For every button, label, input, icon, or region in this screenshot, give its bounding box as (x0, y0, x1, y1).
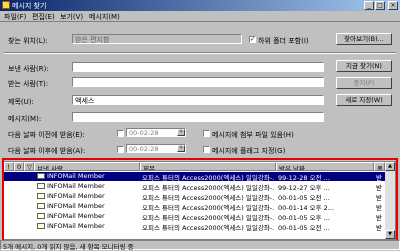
row-folder: 받 (376, 174, 382, 182)
location-field: 받은 편지함 (72, 34, 242, 44)
col-from[interactable]: 보낸 사람 (34, 162, 140, 171)
table-row[interactable]: INFOMail Member 오피스 튜터의 Access2000(엑세스) … (4, 202, 385, 212)
row-date: 00-01-05 오전 ... (278, 224, 330, 232)
from-label: 보낸 사람(R): (8, 65, 49, 73)
row-folder: 받 (376, 214, 382, 222)
row-date: 99-12-28 오전 ... (278, 174, 330, 182)
envelope-icon (37, 203, 45, 209)
scroll-down-arrow-icon[interactable]: ▼ (385, 230, 395, 239)
row-folder: 받 (376, 184, 382, 192)
include-subfolders-label: 하위 폴더 포함(I) (258, 37, 309, 45)
col-subject[interactable]: 제목 (140, 162, 276, 171)
find-now-button[interactable]: 지금 찾기(N) (336, 60, 392, 72)
flagged-checkbox[interactable] (203, 146, 210, 153)
row-from: INFOMail Member (47, 202, 105, 210)
find-now-label: 지금 찾기(N) (346, 62, 382, 70)
envelope-icon (37, 193, 45, 199)
stop-button[interactable]: 중지(P) (336, 77, 392, 89)
col-attachment[interactable]: 0 (14, 162, 24, 171)
chevron-down-icon[interactable]: ▼ (177, 129, 185, 136)
subject-label: 제목(U): (8, 98, 34, 106)
row-folder: 받 (376, 224, 382, 232)
has-attachment-checkbox[interactable] (203, 130, 210, 137)
row-from: INFOMail Member (47, 222, 105, 230)
flagged-label: 메시지에 플래그 지정(G) (212, 147, 286, 155)
menu-divider (0, 21, 400, 22)
include-subfolders-checkbox[interactable]: ✓ (249, 36, 256, 43)
to-label: 받는 사람(T): (8, 80, 49, 88)
section-divider-highlight (4, 53, 396, 54)
received-after-label: 다음 날짜 이후에 받음(A): (8, 147, 86, 155)
received-before-value: 00-02-28 (129, 129, 159, 137)
menu-bar: 파일(F) 편집(E) 보기(V) 메시지(M) (0, 11, 400, 21)
row-from: INFOMail Member (47, 182, 105, 190)
to-field[interactable] (72, 77, 324, 87)
row-subject: 오피스 튜터의 Access2000(엑세스) 일일강좌-... (142, 194, 274, 202)
envelope-icon (37, 223, 45, 229)
scroll-up-arrow-icon[interactable]: ▲ (385, 162, 395, 171)
received-before-label: 다음 날짜 이전에 받음(E): (8, 131, 85, 139)
received-before-checkbox[interactable] (117, 130, 124, 137)
received-before-date[interactable]: 00-02-28 ▼ (126, 128, 186, 137)
received-after-checkbox[interactable] (117, 146, 124, 153)
location-value: 받은 편지함 (75, 36, 110, 44)
table-row[interactable]: INFOMail Member 오피스 튜터의 Access2000(엑세스) … (4, 192, 385, 202)
row-subject: 오피스 튜터의 Access2000(엑세스) 일일강좌-... (142, 184, 274, 192)
table-row[interactable]: INFOMail Member 오피스 튜터의 Access2000(엑세스) … (4, 182, 385, 192)
row-from: INFOMail Member (47, 172, 105, 180)
row-folder: 받 (376, 204, 382, 212)
envelope-icon (37, 173, 45, 179)
row-date: 00-01-05 오후 ... (278, 214, 330, 222)
close-button[interactable]: × (388, 1, 398, 10)
row-from: INFOMail Member (47, 192, 105, 200)
title-bar[interactable] (0, 0, 400, 11)
find-message-app-icon (2, 1, 10, 9)
row-subject: 오피스 튜터의 Access2000(엑세스) 일일강좌-... (142, 214, 274, 222)
envelope-icon (37, 213, 45, 219)
col-priority[interactable]: ! (4, 162, 14, 171)
table-row[interactable]: INFOMail Member 오피스 튜터의 Access2000(엑세스) … (4, 222, 385, 232)
window-title: 메시지 찾기 (12, 2, 47, 10)
subject-value: 액세스 (75, 97, 95, 105)
table-row[interactable]: INFOMail Member 오피스 튜터의 Access2000(엑세스) … (4, 172, 385, 182)
chevron-down-icon[interactable]: ▼ (177, 145, 185, 152)
from-field[interactable] (72, 62, 324, 72)
row-date: 00-01-05 오전 ... (278, 194, 330, 202)
results-list: ! 0 ▽ 보낸 사람 제목 받은 날짜 폴 INFOMail Member 오… (3, 161, 396, 240)
minimize-button[interactable]: _ (364, 1, 374, 10)
col-received[interactable]: 받은 날짜 (276, 162, 374, 171)
col-flag[interactable]: ▽ (24, 162, 34, 171)
new-search-button[interactable]: 새로 지정(W) (336, 94, 392, 106)
row-subject: 오피스 튜터의 Access2000(엑세스) 일일강좌-... (142, 204, 274, 212)
row-folder: 받 (376, 194, 382, 202)
row-subject: 오피스 튜터의 Access2000(엑세스) 일일강좌-... (142, 174, 274, 182)
browse-button[interactable]: 찾아보기(B)... (336, 33, 392, 45)
maximize-button[interactable]: □ (375, 1, 385, 10)
message-field[interactable] (72, 112, 324, 122)
message-search-window: 메시지 찾기 _ □ × 파일(F) 편집(E) 보기(V) 메시지(M) 찾는… (0, 0, 400, 251)
subject-field[interactable]: 액세스 (72, 95, 324, 105)
received-after-value: 00-02-28 (129, 145, 159, 153)
row-from: INFOMail Member (47, 212, 105, 220)
has-attachment-label: 메시지에 첨부 파일 있음(H) (212, 131, 294, 139)
received-after-date[interactable]: 00-02-28 ▼ (126, 144, 186, 153)
row-subject: 오피스 튜터의 Access2000(엑세스) 일일강좌-... (142, 224, 274, 232)
vertical-scrollbar[interactable]: ▲ ▼ (385, 162, 395, 239)
message-label: 메시지(M): (8, 115, 42, 123)
envelope-icon (37, 183, 45, 189)
row-date: 00-01-14 오후 2... (278, 204, 334, 212)
col-folder[interactable]: 폴 (374, 162, 385, 171)
table-row[interactable]: INFOMail Member 오피스 튜터의 Access2000(엑세스) … (4, 212, 385, 222)
location-label: 찾는 위치(L): (8, 37, 48, 45)
row-date: 99-12-27 오후 ... (278, 184, 330, 192)
